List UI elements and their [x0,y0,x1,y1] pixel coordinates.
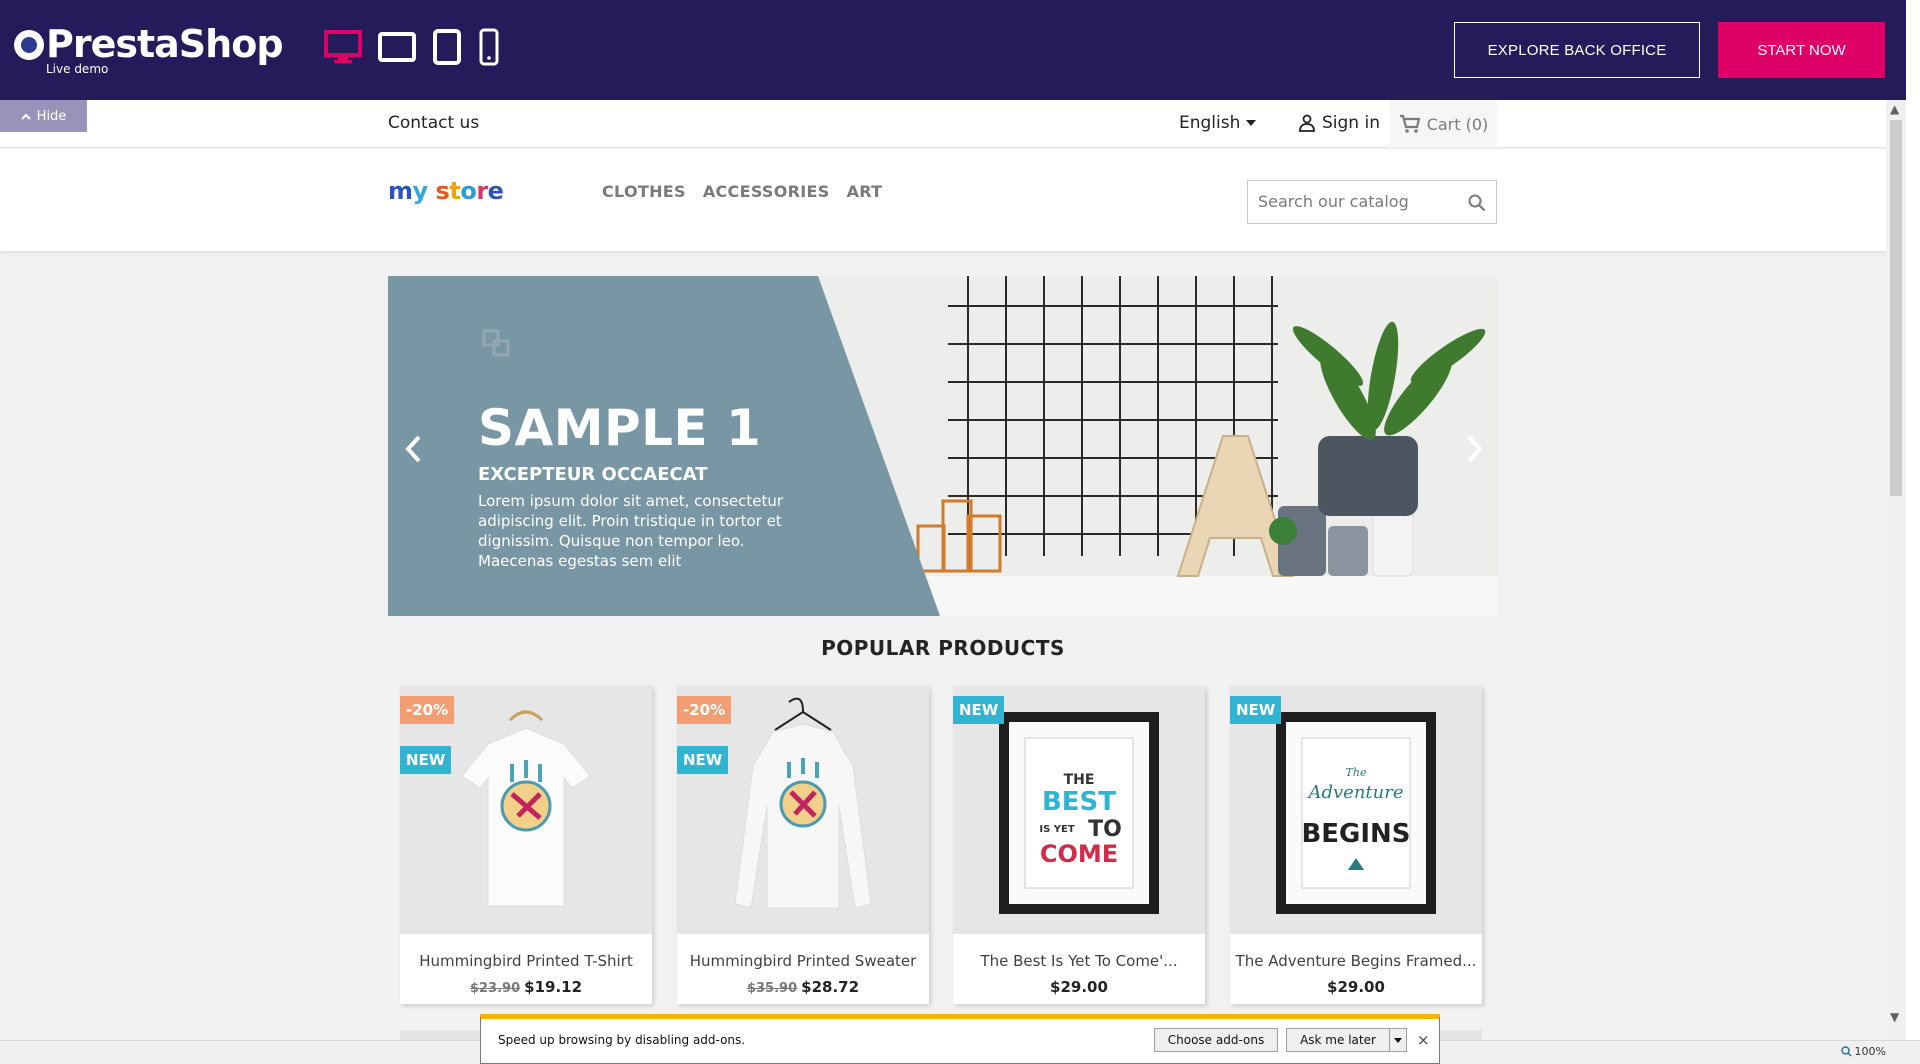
product-price: $35.90 $28.72 [677,978,929,996]
regular-price: $35.90 [746,981,798,996]
new-flag: NEW [1230,696,1282,724]
popular-products-heading: POPULAR PRODUCTS [821,636,1065,660]
current-price: $28.72 [801,978,860,996]
carousel-prev-icon[interactable] [404,434,424,464]
tablet-icon[interactable] [432,29,462,65]
store-top-nav: Contact us English Sign in Cart (0) [0,100,1886,148]
contact-us-link[interactable]: Contact us [388,113,479,133]
notification-text: Speed up browsing by disabling add-ons. [498,1033,746,1047]
search-input[interactable] [1258,192,1458,211]
zoom-level: 100% [1854,1045,1886,1058]
mobile-icon[interactable] [478,28,500,66]
main-menu: CLOTHES ACCESSORIES ART [602,182,882,201]
poster-line-best: BEST [1042,787,1116,817]
product-card[interactable]: The Adventure BEGINS NEW The Adventure B… [1230,686,1482,1004]
current-price: $19.12 [524,978,583,996]
menu-item-art[interactable]: ART [847,182,883,201]
product-price: $23.90 $19.12 [400,978,652,996]
chevron-up-icon [20,113,31,120]
menu-item-clothes[interactable]: CLOTHES [602,182,686,201]
live-demo-label: Live demo [46,62,109,76]
ask-me-later-button[interactable]: Ask me later [1286,1028,1390,1052]
choose-addons-button[interactable]: Choose add-ons [1154,1028,1278,1052]
new-flag: NEW [677,746,729,774]
product-image[interactable]: -20% NEW [677,686,929,934]
scroll-up-icon[interactable]: ▲ [1890,102,1899,116]
product-name[interactable]: The Best Is Yet To Come'... [953,952,1205,970]
sign-in-link[interactable]: Sign in [1298,113,1380,133]
shopping-cart-icon [1399,114,1421,133]
current-price: $29.00 [1327,978,1385,996]
product-image[interactable]: THE BEST IS YET TO COME NEW [953,686,1205,934]
window-edge [1906,0,1920,1064]
language-selector[interactable]: English [1179,113,1257,133]
dropdown-arrow-icon [1394,1037,1402,1043]
user-icon [1299,114,1315,132]
product-name[interactable]: Hummingbird Printed Sweater [677,952,929,970]
product-card[interactable]: -20% NEW Hummingbird Printed T-Shirt $23… [400,686,652,1004]
product-name[interactable]: Hummingbird Printed T-Shirt [400,952,652,970]
new-flag: NEW [953,696,1005,724]
my-store-logo[interactable]: my store [388,177,504,205]
scroll-thumb[interactable] [1890,120,1902,496]
product-image[interactable]: -20% NEW [400,686,652,934]
prestashop-logo-text: PrestaShop [46,22,284,66]
language-label: English [1179,113,1241,133]
laptop-icon[interactable] [378,31,416,63]
zoom-control[interactable]: 100% [1840,1045,1886,1058]
carousel-next-icon[interactable] [1464,434,1484,464]
product-image[interactable]: The Adventure BEGINS NEW [1230,686,1482,934]
product-price: $29.00 [1230,978,1482,996]
discount-flag: -20% [400,696,455,724]
slide-subtitle: EXCEPTEUR OCCAECAT [478,464,708,485]
device-switcher [324,28,500,66]
search-icon[interactable] [1468,194,1486,212]
store-header: my store CLOTHES ACCESSORIES ART [0,149,1886,251]
start-now-button[interactable]: START NOW [1718,22,1885,78]
hide-demo-bar-button[interactable]: Hide [0,100,87,132]
page-scrollbar[interactable]: ▲ ▼ [1886,100,1906,1040]
menu-item-accessories[interactable]: ACCESSORIES [703,182,830,201]
slide-title: SAMPLE 1 [478,399,762,457]
explore-back-office-button[interactable]: EXPLORE BACK OFFICE [1454,22,1700,78]
cart-label: Cart (0) [1426,114,1489,134]
cart-button[interactable]: Cart (0) [1390,100,1497,148]
slide-description: Lorem ipsum dolor sit amet, consectetur … [478,492,784,570]
demo-top-bar: PrestaShop Live demo EXPLORE BACK OFFICE… [0,0,1920,100]
close-icon[interactable]: × [1417,1031,1430,1049]
prestashop-logo[interactable]: PrestaShop Live demo [14,22,284,76]
desktop-icon[interactable] [324,29,362,65]
poster-line-begins: BEGINS [1301,819,1410,849]
search-box [1247,180,1497,224]
new-flag: NEW [400,746,452,774]
poster-line-is-yet: IS YET [1039,824,1074,835]
zoom-icon [1840,1046,1852,1057]
poster-line-the: THE [1064,772,1095,788]
caret-down-icon [1246,120,1257,126]
product-card[interactable]: -20% NEW Hummingbird Printed Sweater $35… [677,686,929,1004]
product-name[interactable]: The Adventure Begins Framed... [1230,952,1482,970]
product-card[interactable]: THE BEST IS YET TO COME NEW The Best Is … [953,686,1205,1004]
current-price: $29.00 [1050,978,1108,996]
poster-line-adventure: Adventure [1306,782,1403,803]
homepage-carousel[interactable]: SAMPLE 1 EXCEPTEUR OCCAECAT Lorem ipsum … [388,276,1498,616]
sign-in-label: Sign in [1322,113,1380,133]
regular-price: $23.90 [469,981,521,996]
hide-label: Hide [36,108,67,124]
addon-notification-bar: Speed up browsing by disabling add-ons. … [480,1014,1440,1064]
poster-line-come: COME [1040,840,1118,868]
scroll-down-icon[interactable]: ▼ [1890,1010,1899,1024]
prestashop-puffin-icon [14,30,44,60]
product-price: $29.00 [953,978,1205,996]
poster-line-to: TO [1088,817,1122,842]
poster-line-the: The [1346,766,1367,779]
discount-flag: -20% [677,696,732,724]
ask-later-dropdown[interactable] [1389,1028,1407,1052]
